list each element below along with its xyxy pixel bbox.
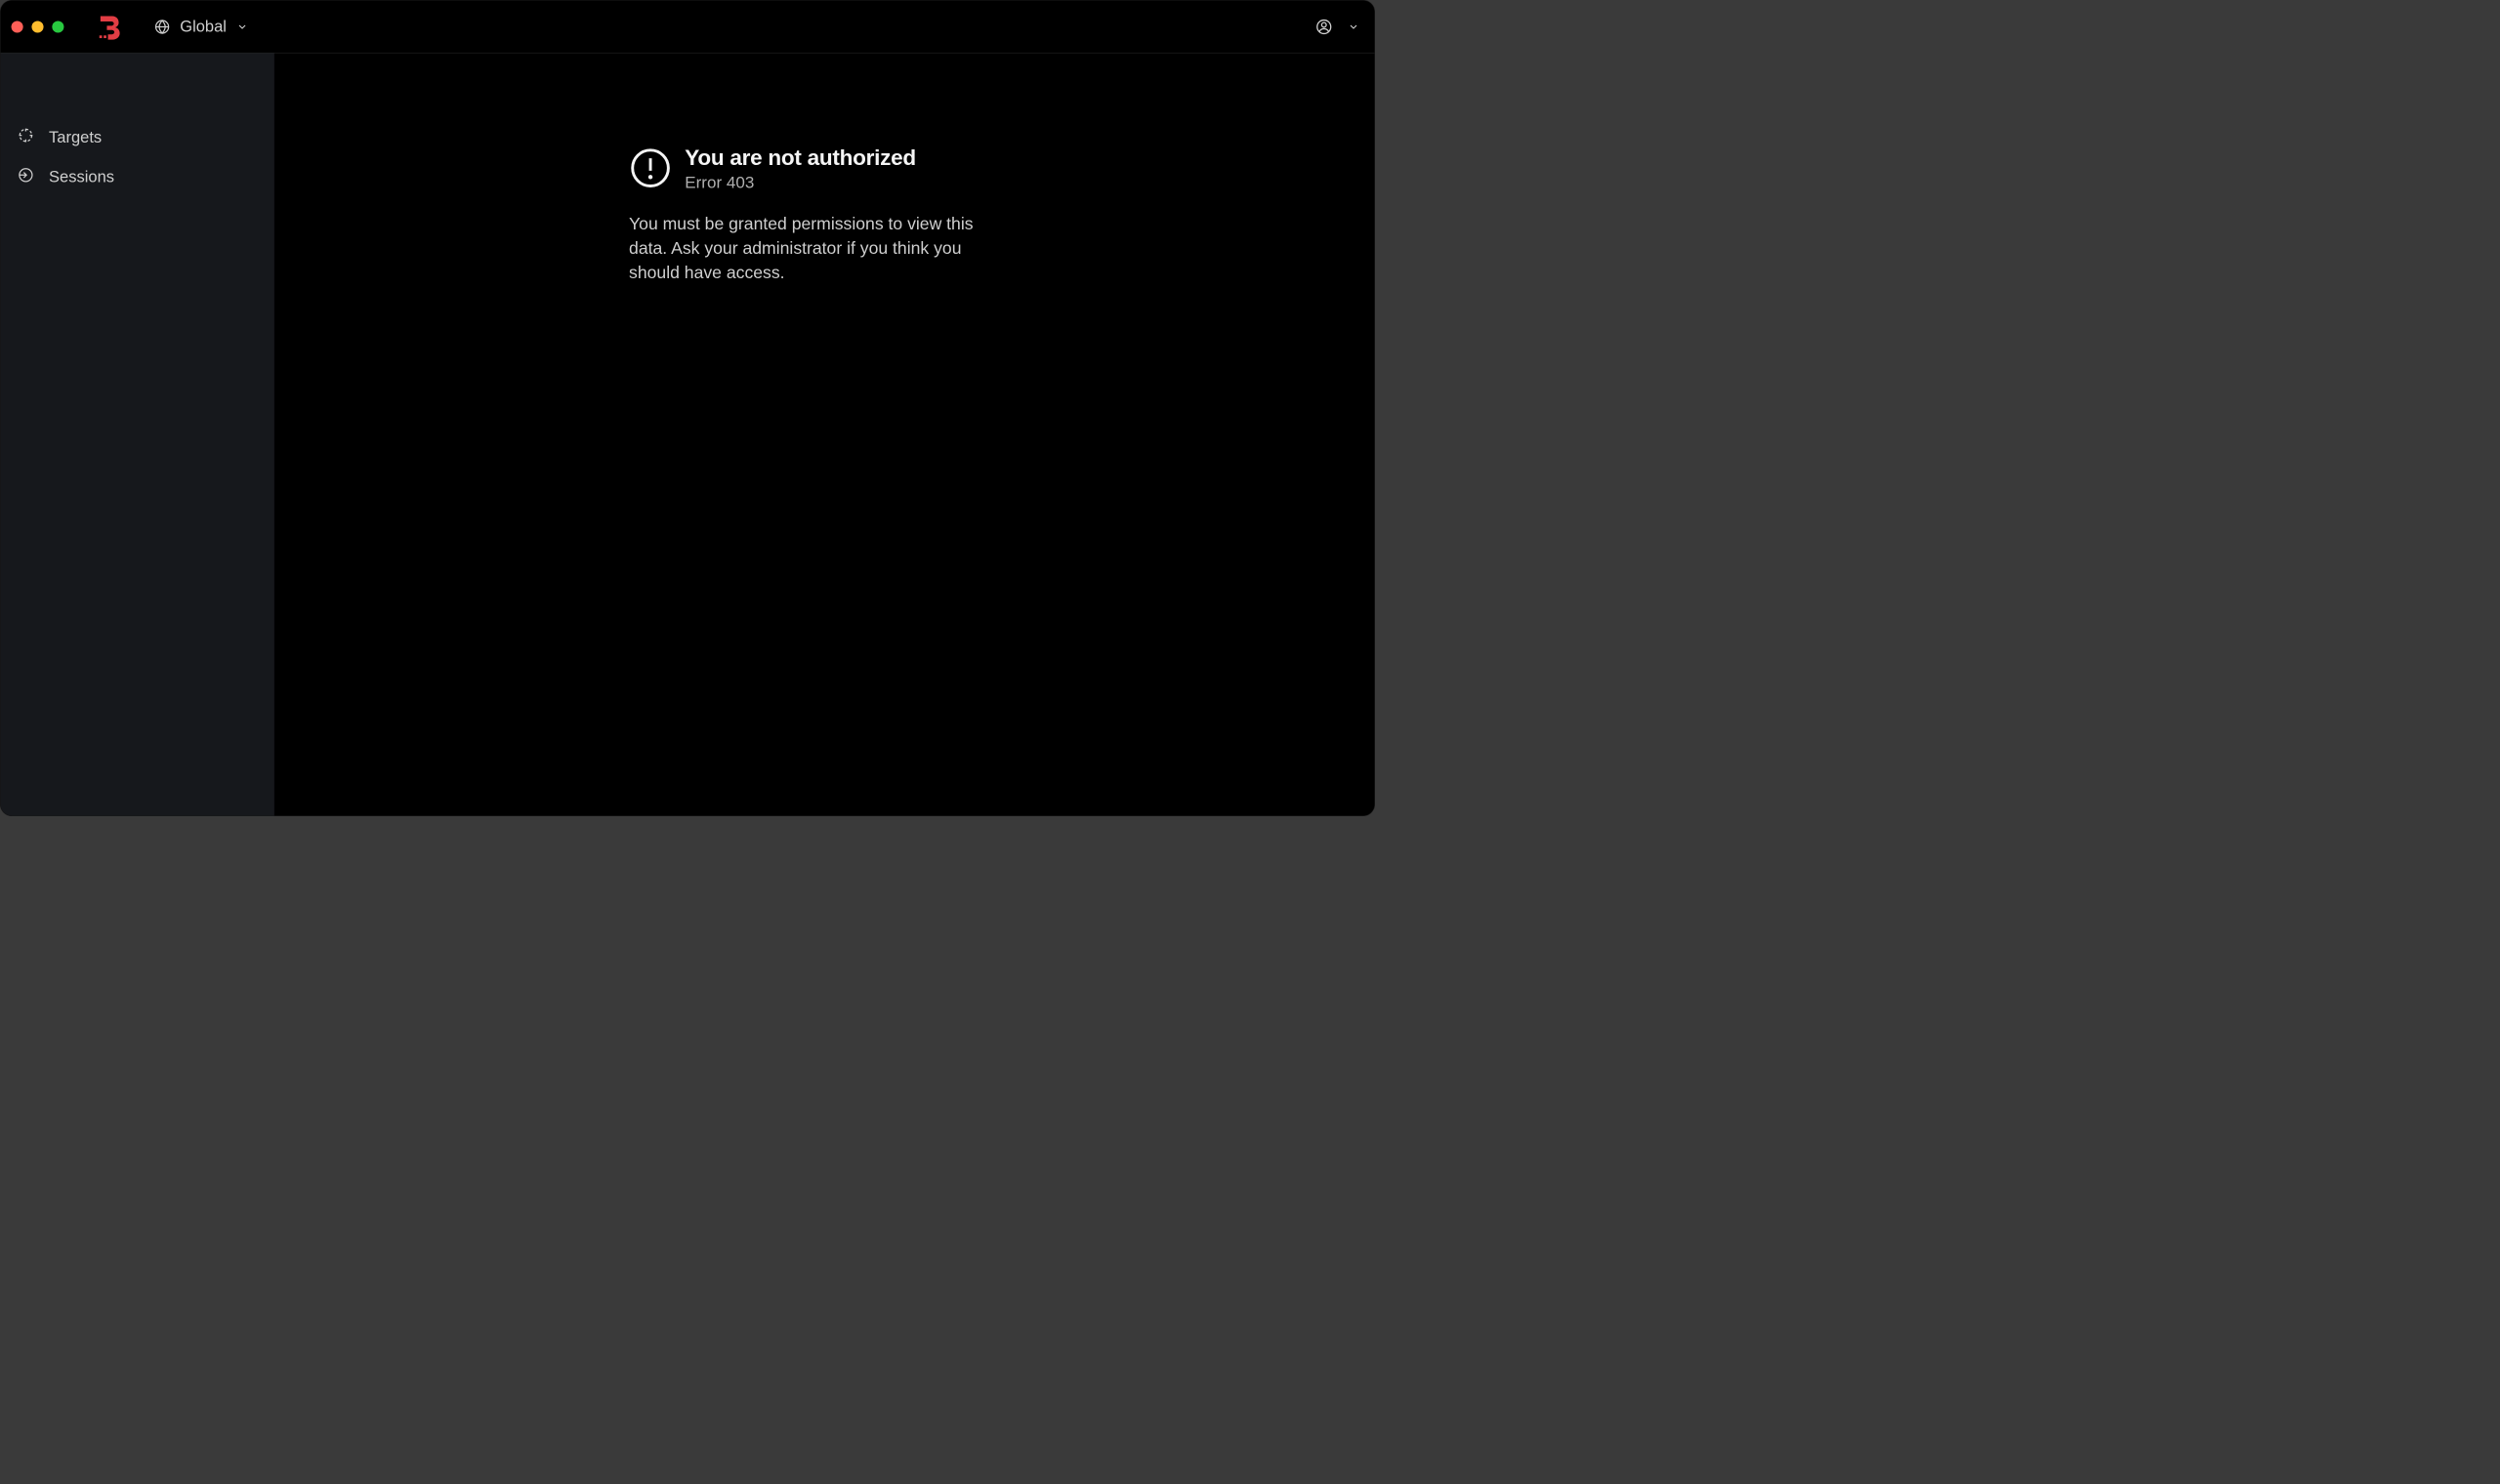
window-close-button[interactable] (12, 21, 23, 32)
sidebar-item-sessions[interactable]: Sessions (1, 157, 274, 197)
error-title: You are not authorized (685, 144, 916, 171)
sidebar: Targets Sessions (1, 53, 275, 815)
scope-selector[interactable]: Global (154, 18, 248, 36)
window-minimize-button[interactable] (31, 21, 43, 32)
chevron-down-icon (236, 21, 248, 32)
app-window: Global (0, 0, 1375, 816)
crosshair-icon (18, 127, 34, 147)
header-right (1315, 18, 1359, 35)
error-description: You must be granted permissions to view … (629, 212, 1005, 285)
error-subtitle: Error 403 (685, 173, 916, 192)
sidebar-item-label: Sessions (49, 168, 114, 186)
error-block: You are not authorized Error 403 You mus… (629, 144, 1005, 285)
app-body: Targets Sessions (1, 53, 1375, 815)
main-content: You are not authorized Error 403 You mus… (274, 53, 1374, 815)
user-circle-icon (1315, 18, 1333, 35)
titlebar: Global (1, 1, 1375, 54)
boundary-logo-icon (98, 14, 121, 39)
sidebar-item-targets[interactable]: Targets (1, 117, 274, 157)
account-button[interactable] (1315, 18, 1333, 35)
header-menu-button[interactable] (1348, 21, 1359, 32)
window-zoom-button[interactable] (52, 21, 63, 32)
alert-circle-icon (629, 146, 672, 192)
chevron-down-icon (1348, 21, 1359, 32)
window-controls (12, 21, 64, 32)
app-logo (96, 14, 121, 39)
enter-icon (18, 167, 34, 187)
sidebar-item-label: Targets (49, 128, 102, 146)
globe-icon (154, 19, 171, 35)
scope-label: Global (180, 18, 227, 36)
